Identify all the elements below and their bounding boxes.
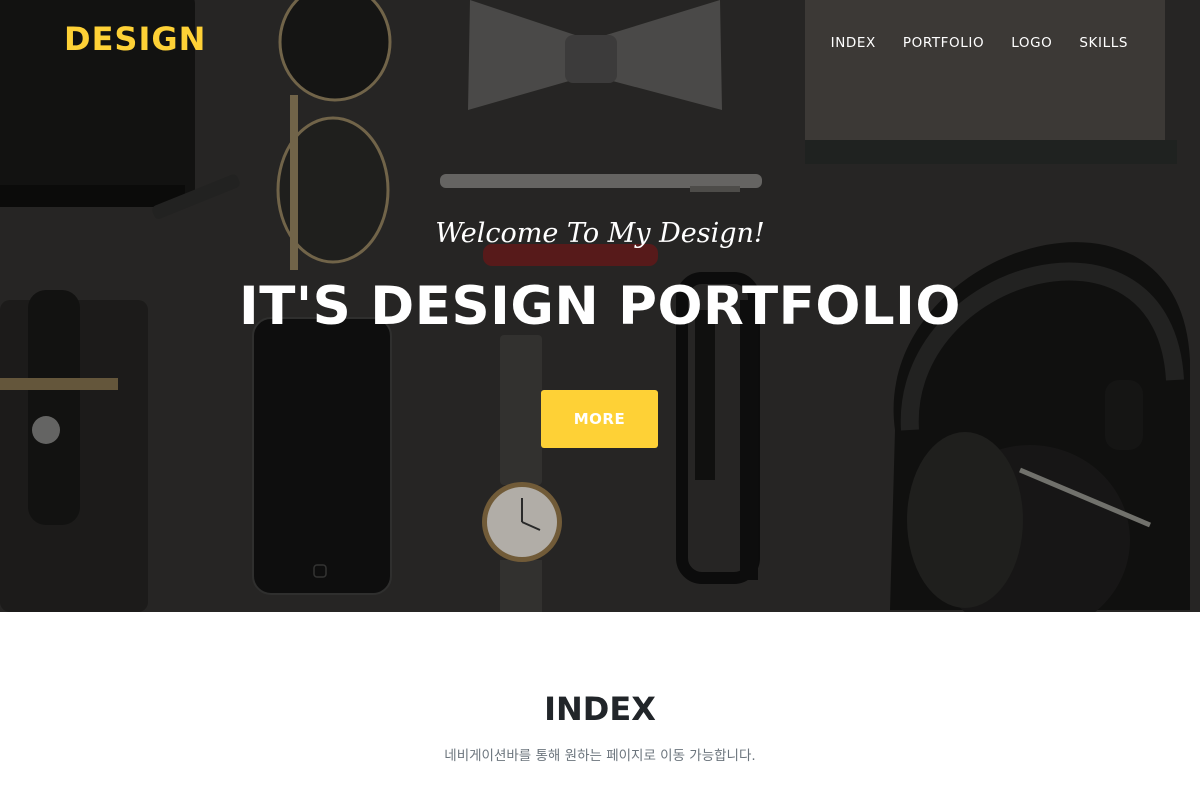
section-description: 네비게이션바를 통해 원하는 페이지로 이동 가능합니다. [444,748,756,764]
hero-title: IT'S DESIGN PORTFOLIO [239,276,961,337]
main-navigation: INDEX PORTFOLIO LOGO SKILLS [831,35,1128,51]
nav-item-logo[interactable]: LOGO [1011,35,1052,51]
nav-item-index[interactable]: INDEX [831,35,876,51]
hero-section: DESIGN INDEX PORTFOLIO LOGO SKILLS Welco… [0,0,1200,612]
nav-item-skills[interactable]: SKILLS [1079,35,1128,51]
hero-subtitle: Welcome To My Design! [435,218,765,249]
more-button[interactable]: MORE [541,390,658,448]
nav-item-portfolio[interactable]: PORTFOLIO [903,35,984,51]
section-title: INDEX [544,690,656,728]
brand-logo[interactable]: DESIGN [64,20,206,58]
